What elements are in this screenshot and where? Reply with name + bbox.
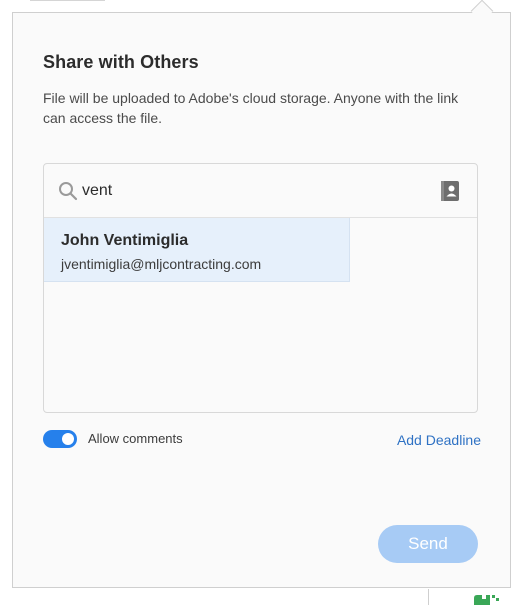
search-icon xyxy=(59,182,78,201)
allow-comments-toggle[interactable] xyxy=(43,430,77,448)
send-button[interactable]: Send xyxy=(378,525,478,563)
allow-comments-label: Allow comments xyxy=(88,431,183,446)
bottom-strip xyxy=(428,589,515,605)
top-tab-edge xyxy=(30,0,105,1)
recipients-box: John Ventimiglia jventimiglia@mljcontrac… xyxy=(43,163,478,413)
add-deadline-link[interactable]: Add Deadline xyxy=(397,432,481,448)
app-icon[interactable] xyxy=(470,595,500,605)
contact-suggestion[interactable]: John Ventimiglia jventimiglia@mljcontrac… xyxy=(44,218,350,282)
dialog-description: File will be uploaded to Adobe's cloud s… xyxy=(43,90,459,126)
address-book-icon[interactable] xyxy=(439,180,461,202)
recipient-search-input[interactable] xyxy=(82,178,412,204)
suggestion-email: jventimiglia@mljcontracting.com xyxy=(61,256,262,272)
dialog-title: Share with Others xyxy=(43,52,199,72)
toggle-knob xyxy=(62,433,74,445)
recipient-search-row xyxy=(44,164,477,218)
suggestion-name: John Ventimiglia xyxy=(61,232,189,249)
